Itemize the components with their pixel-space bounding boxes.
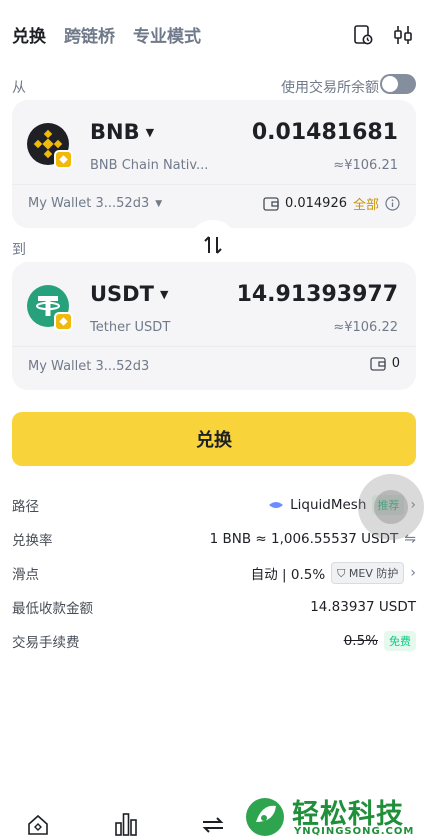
to-token-chain: Tether USDT [90, 320, 171, 335]
history-icon[interactable] [352, 24, 374, 46]
rate-value: 1 BNB ≈ 1,006.55537 USDT [209, 531, 399, 547]
fee-value: 0.5% [343, 633, 378, 649]
min-receive-label: 最低收款金额 [12, 601, 93, 617]
from-wallet-name: My Wallet 3...52d3 [28, 196, 150, 211]
min-receive-value: 14.83937 USDT [310, 599, 416, 615]
from-token-chain: BNB Chain Nativ... [90, 158, 209, 173]
bnb-token-icon [27, 123, 73, 169]
slippage-value: 自动 | 0.5% [250, 567, 326, 583]
info-icon[interactable] [385, 196, 400, 211]
from-balance-row: 0.014926 全部 [263, 194, 400, 213]
from-card: BNB ▼ BNB Chain Nativ... 0.01481681 ≈¥10… [12, 100, 416, 228]
to-balance: 0 [391, 356, 400, 371]
route-value: LiquidMesh [290, 497, 367, 513]
tab-pro-mode[interactable]: 专业模式 [133, 22, 201, 47]
top-tabs: 兑换 跨链桥 专业模式 [12, 22, 201, 47]
from-amount-input[interactable]: 0.01481681 [252, 120, 398, 145]
wallet-icon [263, 196, 279, 211]
swap-arrows-icon [204, 236, 222, 254]
markets-icon[interactable] [114, 811, 138, 837]
to-fiat-value: ≈¥106.22 [333, 320, 398, 335]
from-token-selector[interactable]: BNB ▼ [90, 120, 154, 144]
caret-down-icon: ▼ [155, 198, 163, 209]
swap-button[interactable]: 兑换 [12, 412, 416, 466]
shield-icon: ⛉ [337, 567, 346, 580]
fee-row: 交易手续费 0.5% 免费 [12, 630, 416, 652]
rate-label: 兑换率 [12, 533, 53, 549]
tab-swap[interactable]: 兑换 [12, 22, 46, 47]
trade-swap-icon[interactable] [200, 813, 226, 837]
touch-indicator [358, 474, 424, 540]
slippage-label: 滑点 [12, 567, 39, 583]
to-wallet-name: My Wallet 3...52d3 [28, 359, 150, 374]
route-label: 路径 [12, 499, 39, 515]
wallet-icon [370, 356, 386, 371]
watermark-logo: 轻松科技 YNQINGSONG.COM [244, 792, 426, 840]
caret-down-icon: ▼ [145, 125, 155, 139]
fee-label: 交易手续费 [12, 635, 80, 651]
to-token-symbol: USDT [90, 282, 154, 306]
free-tag: 免费 [384, 631, 416, 651]
use-exchange-balance-toggle[interactable] [380, 74, 416, 94]
rate-row: 兑换率 1 BNB ≈ 1,006.55537 USDT ⇋ [12, 528, 416, 550]
from-token-symbol: BNB [90, 120, 140, 144]
route-row[interactable]: 路径 LiquidMesh 推荐 › [12, 494, 416, 516]
usdt-token-icon [27, 285, 73, 331]
to-card: USDT ▼ Tether USDT 14.91393977 ≈¥106.22 … [12, 262, 416, 390]
home-icon[interactable] [26, 813, 50, 837]
to-amount: 14.91393977 [236, 282, 398, 307]
watermark-leaf-icon [246, 798, 284, 836]
mev-protection-tag: ⛉ MEV 防护 [331, 562, 405, 584]
max-all-button[interactable]: 全部 [353, 194, 379, 213]
settings-sliders-icon[interactable] [392, 24, 414, 46]
min-receive-row: 最低收款金额 14.83937 USDT [12, 596, 416, 618]
from-label: 从 [12, 80, 26, 96]
from-balance: 0.014926 [284, 196, 347, 211]
from-wallet-selector[interactable]: My Wallet 3...52d3 ▼ [28, 196, 162, 211]
use-exchange-balance-label: 使用交易所余额 [281, 80, 379, 96]
to-label: 到 [12, 242, 26, 258]
tab-bridge[interactable]: 跨链桥 [64, 22, 115, 47]
to-token-selector[interactable]: USDT ▼ [90, 282, 168, 306]
to-balance-row: 0 [370, 356, 400, 371]
liquidmesh-logo-icon [269, 502, 284, 508]
watermark-url: YNQINGSONG.COM [294, 826, 415, 837]
slippage-row[interactable]: 滑点 自动 | 0.5% ⛉ MEV 防护 › [12, 562, 416, 584]
from-fiat-value: ≈¥106.21 [333, 158, 398, 173]
chevron-right-icon: › [410, 565, 416, 581]
caret-down-icon: ▼ [159, 287, 169, 301]
